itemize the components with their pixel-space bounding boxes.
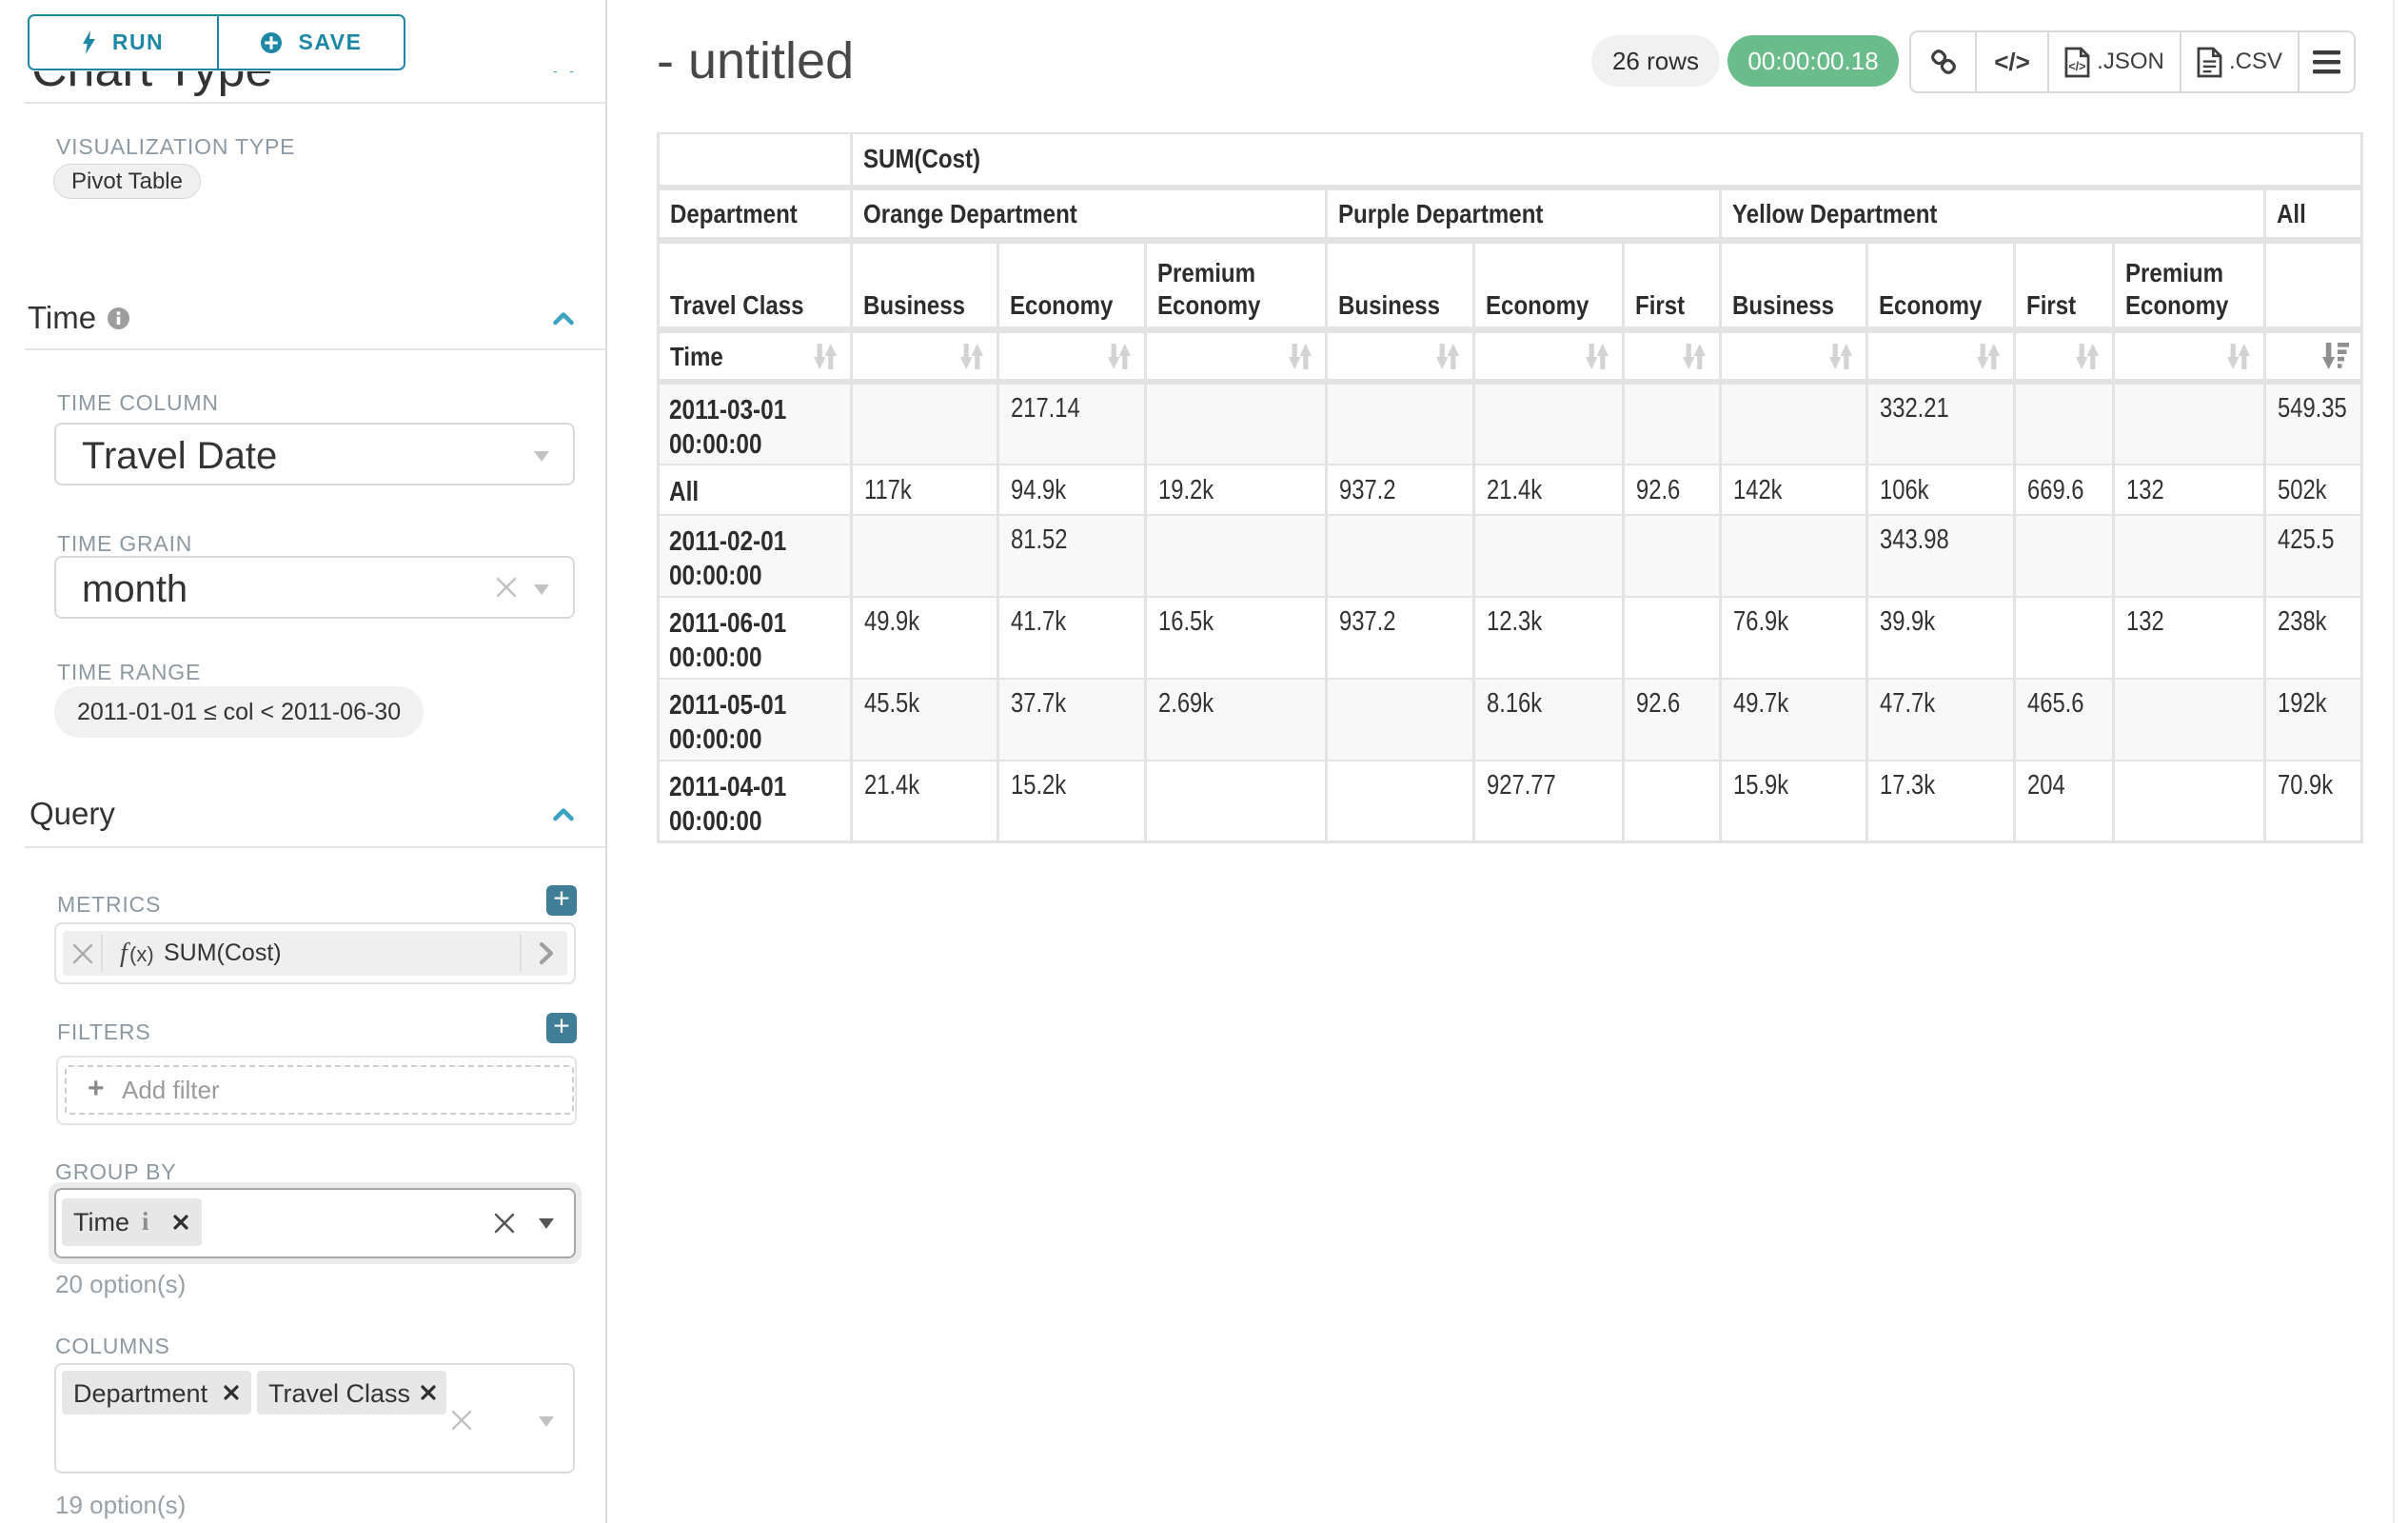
svg-text:</>: </> (2068, 60, 2085, 73)
